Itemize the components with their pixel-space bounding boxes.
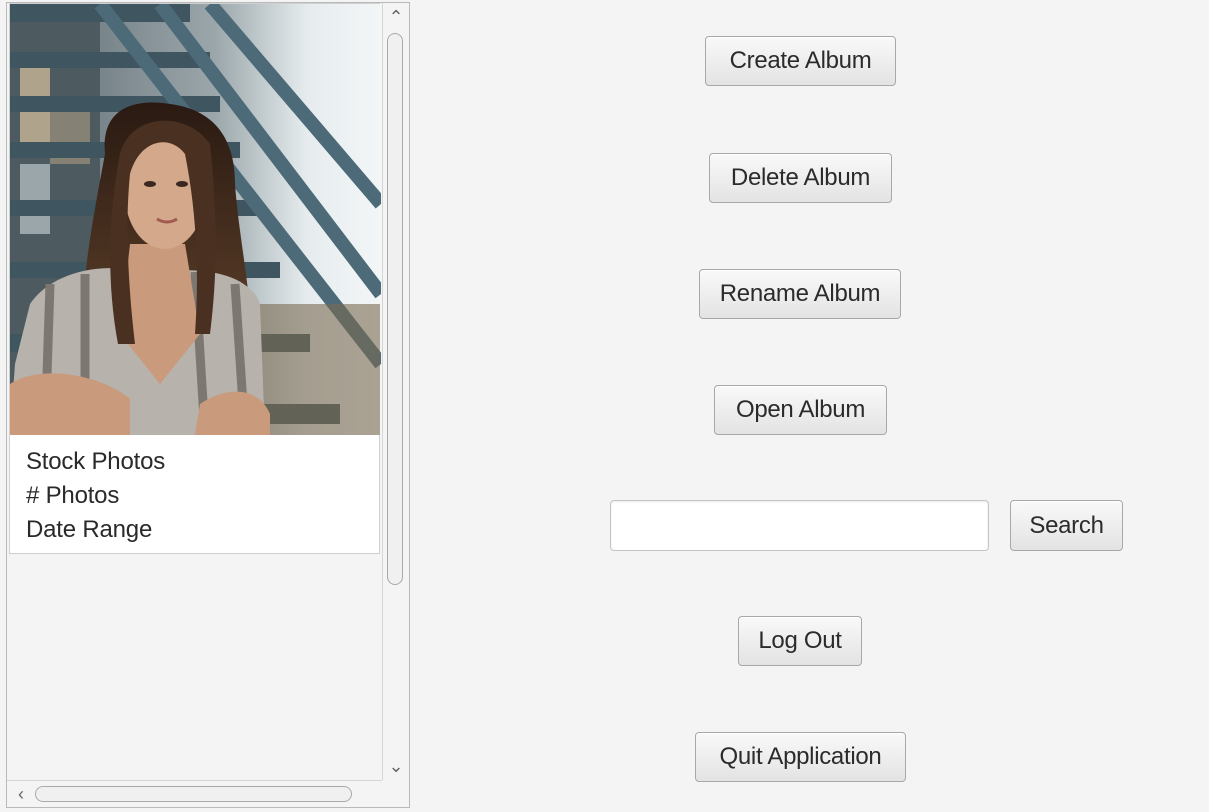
search-button[interactable]: Search [1010, 500, 1123, 551]
open-album-button[interactable]: Open Album [714, 385, 887, 435]
album-manager-window: Stock Photos # Photos Date Range ⌃ ⌄ ‹ ›… [0, 0, 1209, 812]
log-out-button[interactable]: Log Out [738, 616, 862, 666]
rename-album-button[interactable]: Rename Album [699, 269, 901, 319]
album-name: Stock Photos [26, 448, 166, 475]
scroll-down-arrow-icon[interactable]: ⌄ [383, 754, 409, 778]
album-thumbnail [10, 4, 381, 435]
vertical-scrollbar[interactable]: ⌃ ⌄ [382, 3, 409, 780]
search-input[interactable] [610, 500, 989, 551]
horizontal-scrollbar[interactable]: ‹ › [7, 780, 399, 807]
horizontal-scroll-thumb[interactable] [35, 786, 352, 802]
scroll-up-arrow-icon[interactable]: ⌃ [383, 5, 409, 29]
album-list-item[interactable]: Stock Photos # Photos Date Range [9, 3, 381, 554]
vertical-scroll-thumb[interactable] [387, 33, 403, 585]
album-list[interactable]: Stock Photos # Photos Date Range ⌃ ⌄ ‹ › [6, 2, 410, 808]
quit-application-button[interactable]: Quit Application [695, 732, 906, 782]
album-info: Stock Photos # Photos Date Range [26, 445, 165, 547]
scroll-left-arrow-icon[interactable]: ‹ [9, 781, 33, 807]
album-list-viewport: Stock Photos # Photos Date Range [7, 3, 382, 780]
album-date-range: Date Range [26, 516, 153, 543]
album-photo-count: # Photos [26, 482, 120, 509]
scrollbar-corner [382, 780, 409, 807]
create-album-button[interactable]: Create Album [705, 36, 896, 86]
delete-album-button[interactable]: Delete Album [709, 153, 892, 203]
